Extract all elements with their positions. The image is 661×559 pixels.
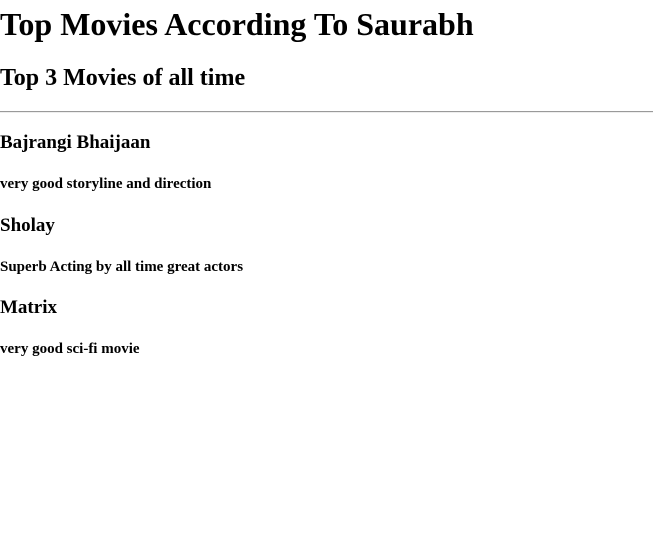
- movie-description: very good sci-fi movie: [0, 341, 140, 357]
- movie-title: Sholay: [0, 215, 55, 236]
- page: Top Movies According To Saurabh Top 3 Mo…: [0, 0, 661, 559]
- page-subtitle: Top 3 Movies of all time: [0, 65, 246, 91]
- page-title: Top Movies According To Saurabh: [0, 6, 474, 42]
- movie-description: Superb Acting by all time great actors: [0, 259, 244, 275]
- movie-title: Matrix: [0, 297, 57, 318]
- divider: [0, 111, 653, 113]
- movie-description: very good storyline and direction: [0, 176, 212, 192]
- movie-title: Bajrangi Bhaijaan: [0, 132, 151, 153]
